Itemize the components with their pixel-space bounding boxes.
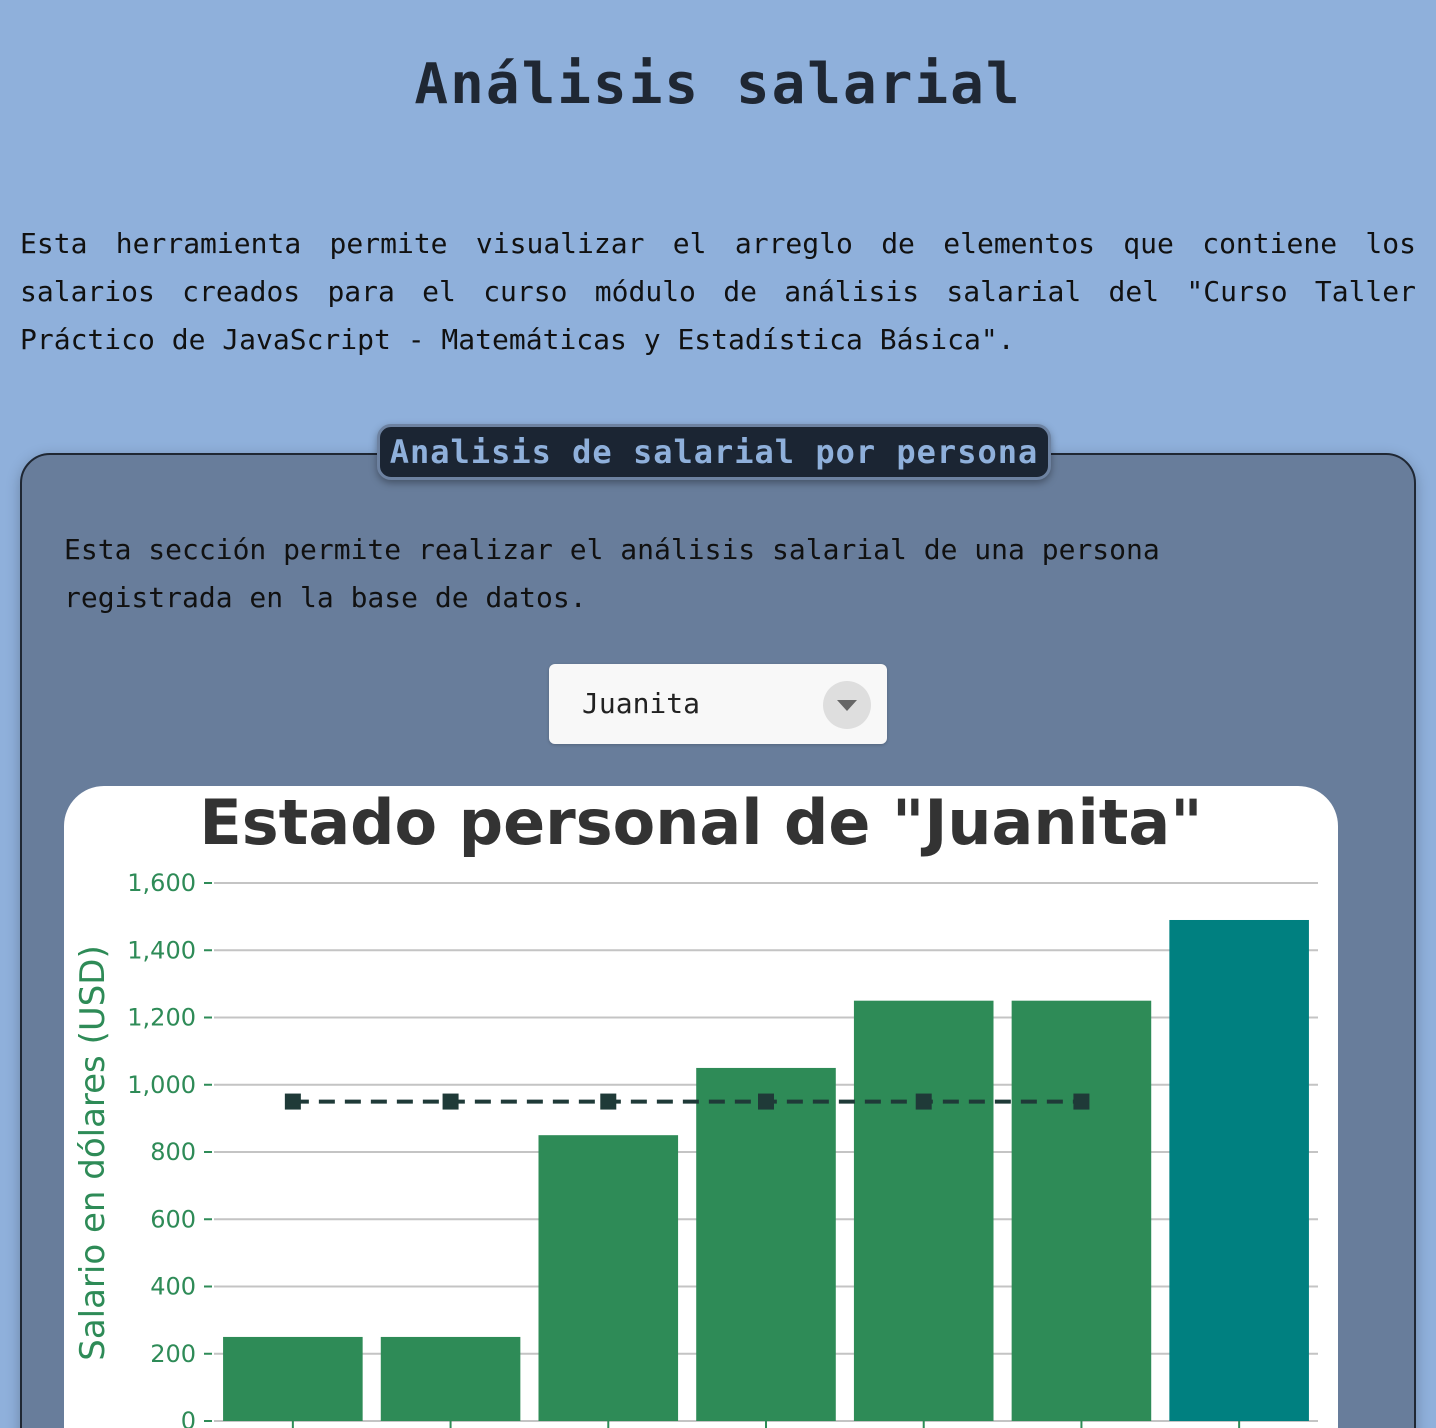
intro-paragraph: Esta herramienta permite visualizar el a… (20, 227, 1416, 356)
y-tick-label: 600 (150, 1205, 196, 1233)
chevron-down-icon[interactable] (823, 681, 871, 729)
y-axis-label: Salario en dólares (USD) (73, 945, 113, 1361)
y-tick-label: 800 (150, 1138, 196, 1166)
average-point (758, 1093, 774, 1110)
bar (223, 1336, 363, 1421)
y-tick-label: 400 (150, 1273, 196, 1301)
average-point (284, 1093, 301, 1110)
bar (853, 1000, 994, 1421)
chart-bars (223, 919, 1309, 1428)
bar (1169, 919, 1309, 1421)
average-point (600, 1093, 617, 1110)
bar (538, 1135, 679, 1421)
y-tick-label: 200 (150, 1340, 196, 1368)
section-description: Esta sección permite realizar el análisi… (64, 533, 1160, 614)
y-tick-label: 1,600 (127, 869, 196, 897)
salary-chart: Estado personal de "Juanita" 0 200 400 600 8… (73, 786, 1318, 1428)
section-legend: Analisis de salarial por persona (377, 424, 1051, 480)
y-tick-label: 1,200 (127, 1004, 196, 1032)
person-select-value: Juanita (582, 687, 701, 720)
bar (696, 1067, 836, 1421)
y-tick-label: 1,400 (127, 936, 196, 964)
chart-y-ticks: 0 200 400 600 800 1,000 1,200 1,400 1,600 (127, 869, 212, 1428)
y-tick-label: 1,000 (127, 1071, 196, 1099)
person-select[interactable]: Juanita (549, 664, 887, 744)
bar (380, 1336, 521, 1421)
average-point (915, 1093, 932, 1110)
page-title: Análisis salarial (414, 52, 1022, 117)
bar (1011, 1000, 1152, 1421)
chart-card: Estado personal de "Juanita" 0 200 400 600 8… (64, 786, 1338, 1428)
average-point (442, 1093, 459, 1110)
average-point (1073, 1093, 1090, 1110)
chart-title: Estado personal de "Juanita" (199, 786, 1202, 859)
y-tick-label: 0 (181, 1407, 196, 1428)
